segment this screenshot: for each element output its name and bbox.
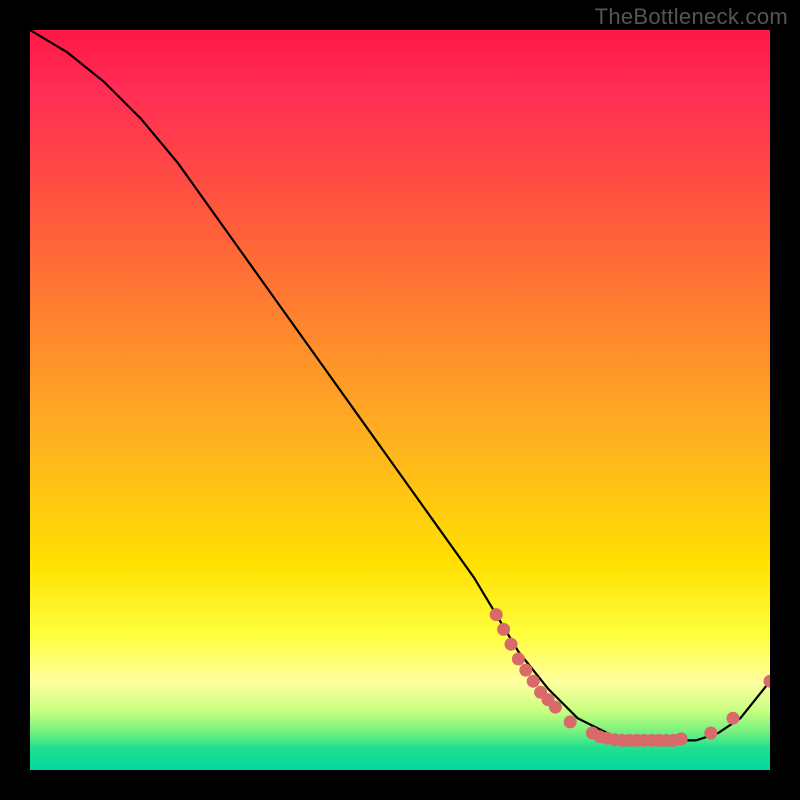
bottleneck-curve xyxy=(30,30,770,740)
data-marker xyxy=(497,623,510,636)
data-marker xyxy=(727,712,740,725)
data-marker xyxy=(764,675,771,688)
data-marker xyxy=(505,638,518,651)
data-marker xyxy=(704,727,717,740)
data-marker xyxy=(675,732,688,745)
data-marker xyxy=(519,664,532,677)
curve-layer xyxy=(30,30,770,770)
data-marker xyxy=(527,675,540,688)
chart-frame: TheBottleneck.com xyxy=(0,0,800,800)
watermark-label: TheBottleneck.com xyxy=(595,4,788,30)
data-marker xyxy=(512,653,525,666)
plot-area xyxy=(30,30,770,770)
data-marker xyxy=(564,715,577,728)
data-marker xyxy=(490,608,503,621)
data-marker xyxy=(549,701,562,714)
